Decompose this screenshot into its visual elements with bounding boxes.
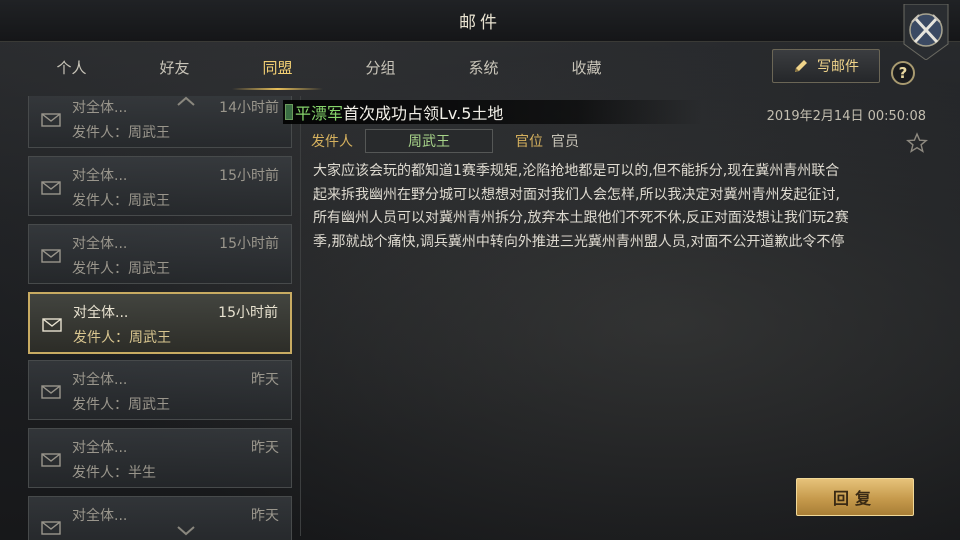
envelope-icon	[42, 318, 62, 332]
scroll-up-icon[interactable]	[176, 96, 196, 106]
rank-label: 官位	[515, 134, 543, 150]
rank-value: 官员	[551, 134, 579, 150]
mail-time: 15小时前	[219, 168, 279, 184]
mail-detail-panel: 平漂军 首次成功占领Lv.5土地 2019年2月14日 00:50:08 发件人…	[283, 96, 938, 536]
mail-sender: 发件人：周武王	[72, 193, 170, 209]
alliance-flag-icon	[285, 104, 293, 120]
mail-body-line: 所有幽州人员可以对冀州青州拆分,放弃本土跟他们不死不休,反正对面没想让我们玩2赛	[313, 210, 849, 226]
mail-sender: 发件人：周武王	[72, 261, 170, 277]
envelope-icon	[41, 521, 61, 535]
page-title: 邮件	[459, 13, 501, 33]
mail-tabs: 个人 好友 同盟 分组 系统 收藏	[20, 52, 638, 90]
crossed-swords-close-icon	[903, 4, 949, 60]
mail-body-line: 季,那就战个痛快,调兵冀州中转向外推进三光冀州青州盟人员,对面不公开道歉此令不停	[313, 233, 845, 250]
list-item-selected[interactable]: 对全体... 发件人：周武王 15小时前	[28, 292, 292, 354]
help-button[interactable]: ?	[891, 61, 915, 85]
list-item[interactable]: 对全体... 发件人：周武王 14小时前	[28, 96, 292, 148]
mail-time: 昨天	[251, 508, 279, 524]
mail-time: 15小时前	[218, 305, 278, 321]
title-bar: 邮件	[0, 0, 960, 42]
mail-subject: 对全体...	[72, 236, 128, 252]
tab-favorites[interactable]: 收藏	[535, 52, 638, 88]
tab-alliance[interactable]: 同盟	[226, 52, 329, 90]
sender-label: 发件人	[311, 134, 353, 150]
tab-personal[interactable]: 个人	[20, 52, 123, 88]
favorite-star-icon[interactable]	[906, 132, 928, 154]
mail-list: 对全体... 发件人：周武王 14小时前 对全体... 发件人：周武王 15小时…	[26, 96, 294, 540]
list-item[interactable]: 对全体... 发件人：周武王 15小时前	[28, 156, 292, 216]
close-button[interactable]	[902, 4, 950, 60]
tab-system[interactable]: 系统	[432, 52, 535, 88]
mail-time: 昨天	[251, 372, 279, 388]
mail-body: 大家应该会玩的都知道1赛季规矩,沦陷抢地都是可以的,但不能拆分,现在冀州青州联合…	[313, 160, 921, 254]
mail-sender: 发件人：周武王	[72, 397, 170, 413]
list-item[interactable]: 对全体... 发件人：周武王 昨天	[28, 360, 292, 420]
envelope-icon	[41, 113, 61, 127]
mail-subject: 对全体...	[72, 168, 128, 184]
mail-meta: 发件人 周武王 官位 官员	[311, 128, 931, 154]
mail-subject: 对全体...	[72, 100, 128, 116]
compose-mail-button[interactable]: 写邮件	[772, 49, 880, 83]
compose-label: 写邮件	[817, 59, 859, 75]
mail-sender: 发件人：半生	[72, 465, 156, 481]
mail-subject: 对全体...	[72, 372, 128, 388]
list-item[interactable]: 对全体... 发件人：周武王 15小时前	[28, 224, 292, 284]
envelope-icon	[41, 181, 61, 195]
pencil-icon	[795, 60, 807, 72]
mail-sender: 发件人：周武王	[72, 125, 170, 141]
mail-subject: 对全体...	[72, 508, 128, 524]
mail-time: 14小时前	[219, 100, 279, 116]
envelope-icon	[41, 385, 61, 399]
list-item[interactable]: 对全体... 发件人：半生 昨天	[28, 428, 292, 488]
alliance-name: 平漂军	[295, 104, 344, 123]
mail-sender: 发件人：周武王	[73, 330, 171, 346]
scroll-down-icon[interactable]	[176, 526, 196, 536]
sender-name[interactable]: 周武王	[365, 129, 493, 153]
reply-button[interactable]: 回复	[796, 478, 914, 516]
tab-friends[interactable]: 好友	[123, 52, 226, 88]
mail-title: 首次成功占领Lv.5土地	[343, 104, 504, 123]
mail-time: 昨天	[251, 440, 279, 456]
mail-body-line: 起来拆我幽州在野分城可以想想对面对我们人会怎样,所以我决定对冀州青州发起征讨,	[313, 186, 840, 203]
mail-subject: 对全体...	[73, 305, 129, 321]
mail-subject-bar: 平漂军 首次成功占领Lv.5土地	[283, 100, 703, 124]
mail-datetime: 2019年2月14日 00:50:08	[766, 109, 926, 124]
mail-body-line: 大家应该会玩的都知道1赛季规矩,沦陷抢地都是可以的,但不能拆分,现在冀州青州联合	[313, 163, 840, 179]
envelope-icon	[41, 249, 61, 263]
tab-groups[interactable]: 分组	[329, 52, 432, 88]
mail-time: 15小时前	[219, 236, 279, 252]
envelope-icon	[41, 453, 61, 467]
mail-subject: 对全体...	[72, 440, 128, 456]
list-item[interactable]: 对全体... 昨天	[28, 496, 292, 540]
